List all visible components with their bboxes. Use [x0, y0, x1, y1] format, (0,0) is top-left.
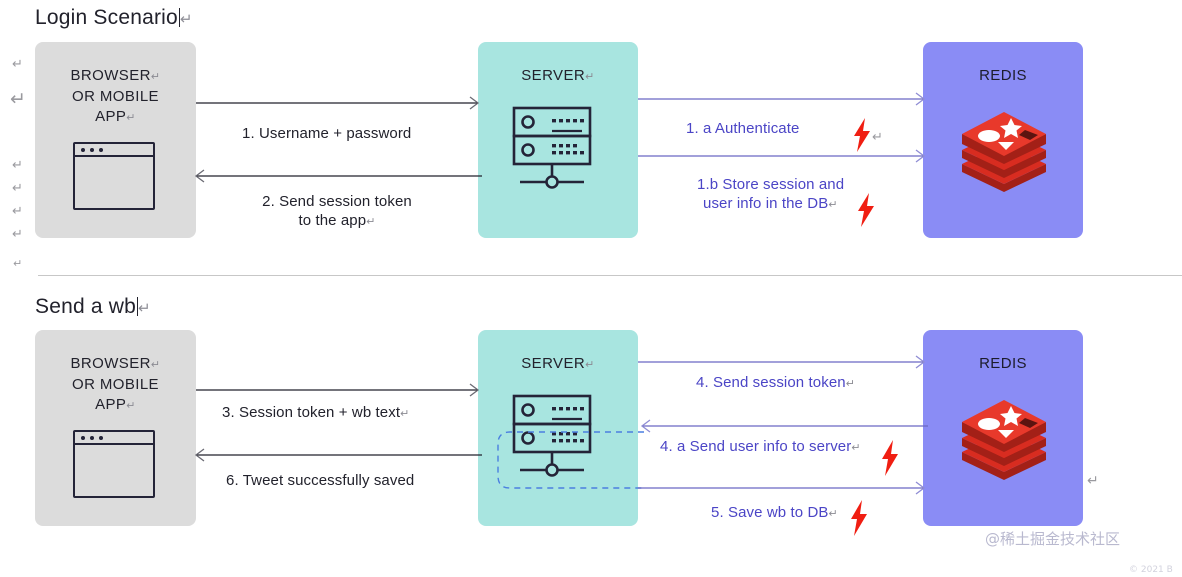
redis-logo-icon — [956, 106, 1052, 197]
margin-return-mark: ↵ — [12, 204, 23, 219]
browser-window-icon — [73, 142, 155, 210]
arrow-label-sendwb-3: 3. Session token + wb text↵ — [222, 404, 410, 421]
diagram-canvas: Login Scenario ↵ ↵ ↵ ↵ ↵ ↵ ↵ ↵ BROWSER↵ O… — [0, 0, 1182, 577]
node-client-sendwb[interactable]: BROWSER↵ OR MOBILE APP↵ — [35, 330, 196, 526]
arrow-sendwb-3 — [196, 383, 482, 397]
watermark-text: @稀土掘金技术社区 — [985, 530, 1121, 548]
node-server-label: SERVER↵ — [521, 67, 595, 84]
browser-window-icon — [73, 430, 155, 498]
arrow-sendwb-5 — [638, 481, 928, 495]
watermark-copyright: © 2021 B — [1129, 565, 1173, 575]
arrow-label-sendwb-5: 5. Save wb to DB↵ — [711, 504, 838, 521]
arrow-sendwb-4 — [638, 355, 928, 369]
arrow-login-1b — [638, 149, 928, 163]
arrow-label-sendwb-6: 6. Tweet successfully saved — [226, 472, 415, 489]
margin-return-mark: ↵ — [12, 158, 23, 173]
dashed-routing-path — [494, 426, 644, 499]
arrow-label-sendwb-4a: 4. a Send user info to server↵ — [660, 438, 861, 455]
node-client-login[interactable]: BROWSER↵ OR MOBILE APP↵ — [35, 42, 196, 238]
node-redis-login[interactable]: REDIS — [923, 42, 1083, 238]
arrow-label-login-1: 1. Username + password — [242, 125, 412, 142]
node-redis-label: REDIS — [979, 355, 1027, 372]
section-divider — [38, 275, 1182, 276]
margin-return-mark: ↵ — [12, 227, 23, 242]
arrow-sendwb-4a — [638, 419, 928, 433]
arrow-login-1 — [196, 96, 482, 110]
server-rack-icon — [512, 106, 604, 201]
lightning-bolt-icon — [879, 440, 901, 481]
arrow-label-login-2: 2. Send session token to the app↵ — [262, 193, 412, 229]
margin-return-mark: ↵ — [12, 181, 23, 196]
arrow-label-login-1b: 1.b Store session and user info in the D… — [697, 176, 845, 212]
node-server-login[interactable]: SERVER↵ — [478, 42, 638, 238]
arrow-label-login-1a: 1. a Authenticate — [686, 120, 800, 137]
arrow-login-1a — [638, 92, 928, 106]
section-title-login: Login Scenario ↵ — [35, 6, 193, 29]
return-mark-redis-right: ↵ — [1087, 473, 1099, 489]
node-redis-sendwb[interactable]: REDIS — [923, 330, 1083, 526]
arrow-login-2 — [192, 169, 482, 183]
section-title-sendwb: Send a wb ↵ — [35, 295, 151, 318]
arrow-label-sendwb-4: 4. Send session token↵ — [696, 374, 856, 391]
arrow-sendwb-6 — [192, 448, 482, 462]
redis-logo-icon — [956, 394, 1052, 485]
node-redis-label: REDIS — [979, 67, 1027, 84]
margin-return-mark: ↵ — [10, 88, 26, 110]
node-client-label: BROWSER↵ OR MOBILE APP↵ — [70, 67, 161, 125]
node-server-label: SERVER↵ — [521, 355, 595, 372]
lightning-bolt-icon — [848, 500, 870, 541]
lightning-bolt-icon — [855, 193, 877, 232]
margin-return-mark: ↵ — [13, 257, 23, 270]
margin-return-mark: ↵ — [12, 57, 23, 72]
node-client-label: BROWSER↵ OR MOBILE APP↵ — [70, 355, 161, 413]
return-mark-login-1a: ↵ — [872, 130, 883, 145]
